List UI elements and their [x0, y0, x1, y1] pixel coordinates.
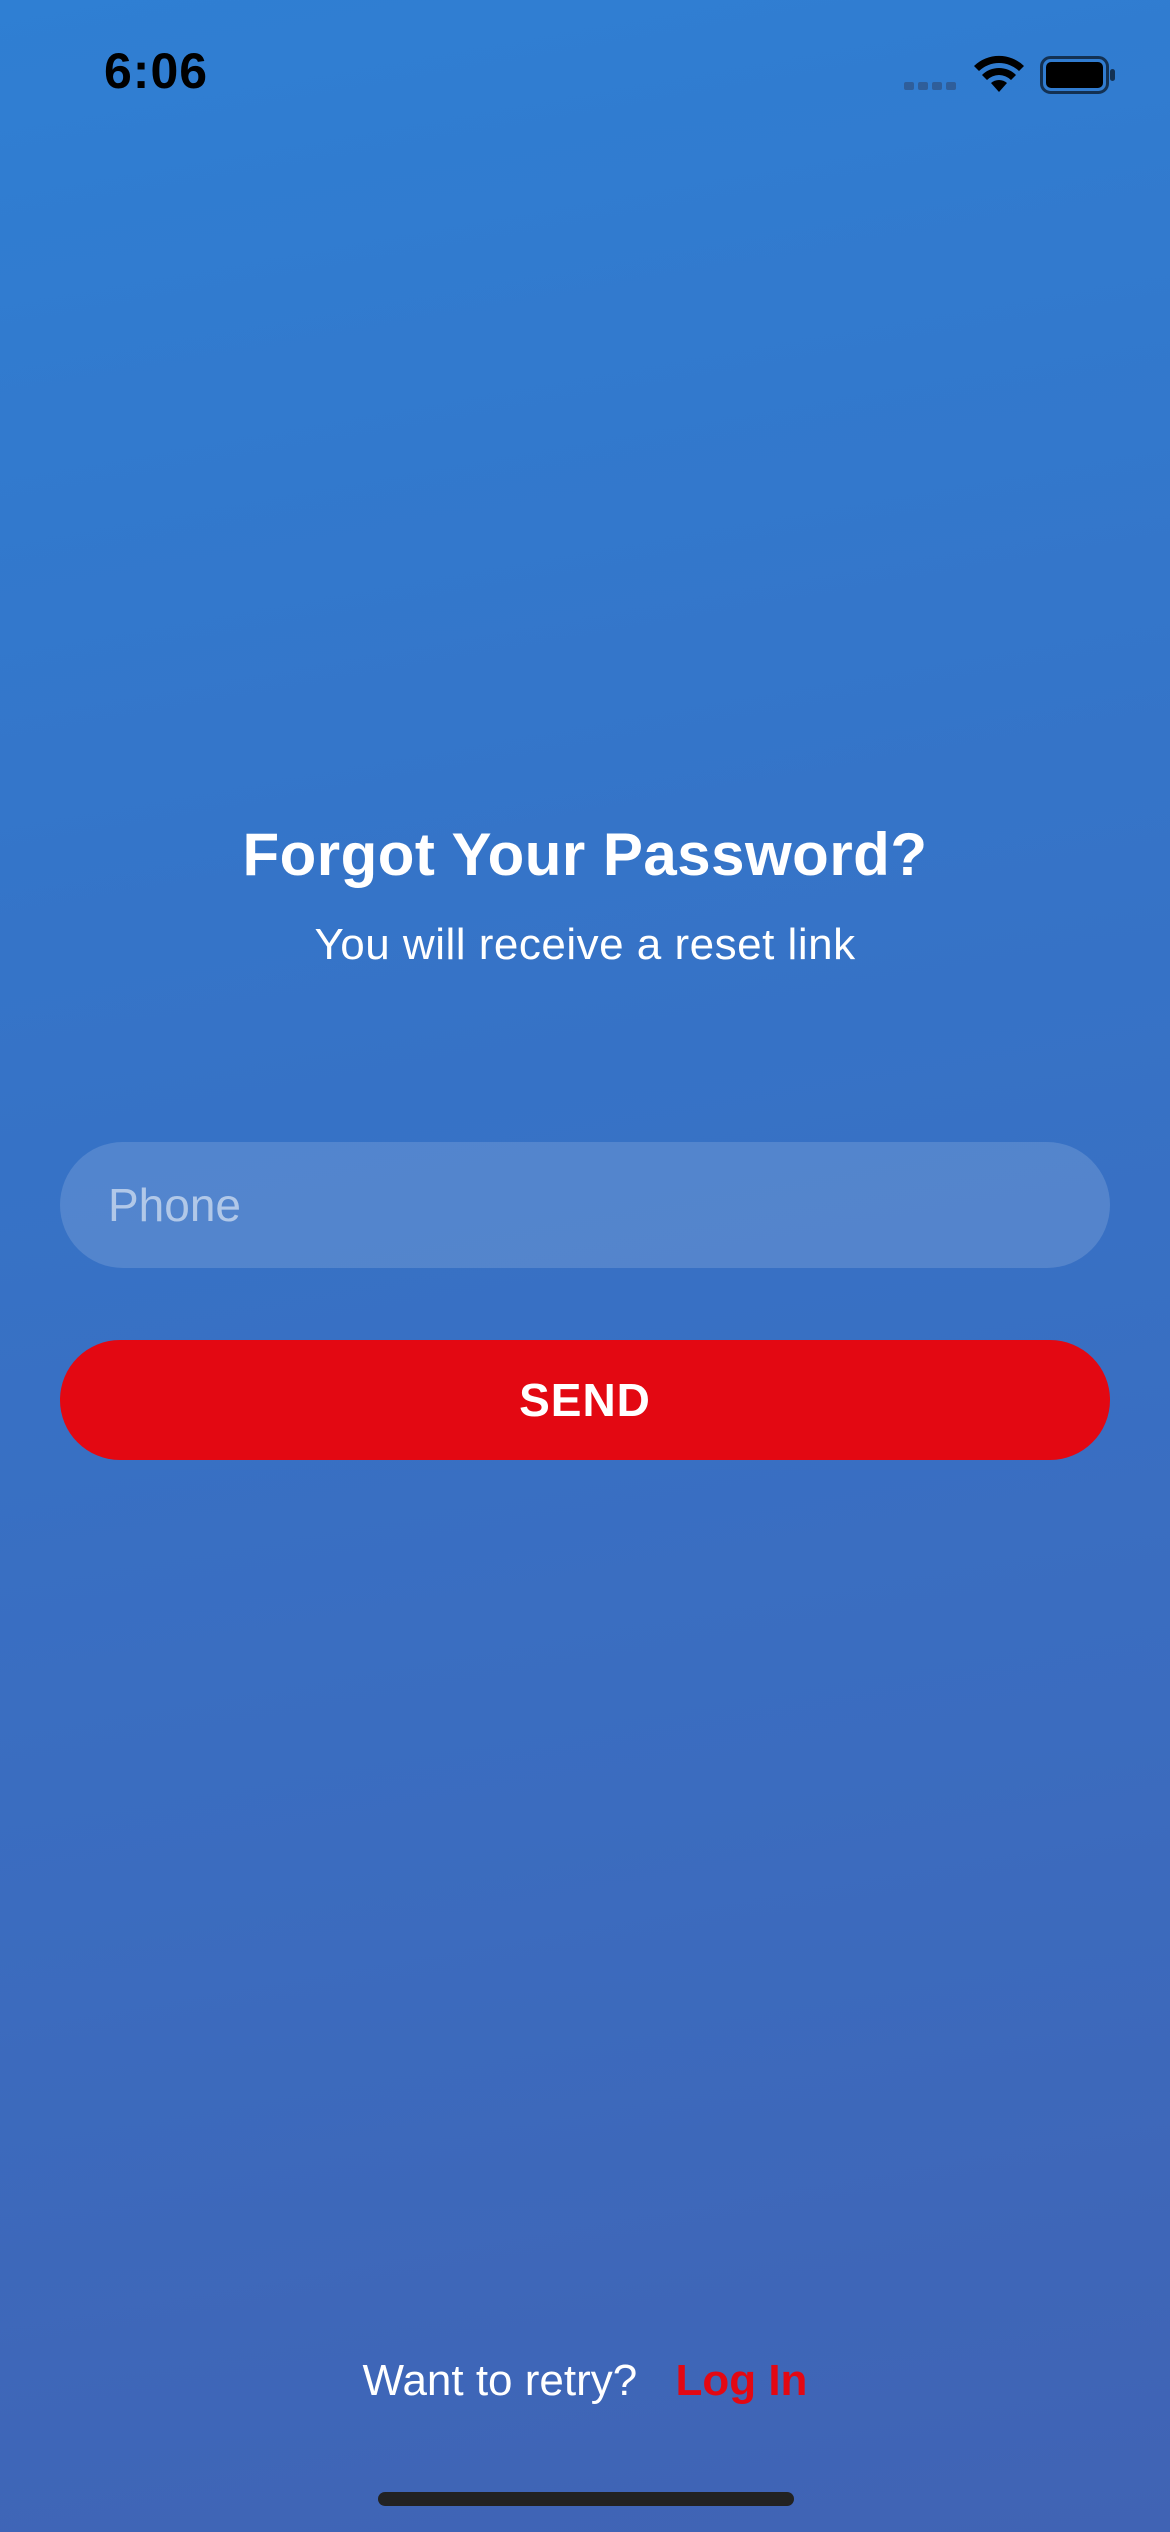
page-subtitle: You will receive a reset link: [314, 920, 856, 969]
battery-icon: [1040, 56, 1115, 94]
wifi-icon: [974, 55, 1024, 92]
page-title: Forgot Your Password?: [242, 821, 928, 888]
send-button[interactable]: SEND: [60, 1340, 1110, 1460]
footer: Want to retry? Log In: [0, 2356, 1170, 2406]
phone-input[interactable]: [60, 1142, 1110, 1268]
send-button-label: SEND: [519, 1374, 651, 1426]
login-link[interactable]: Log In: [675, 2356, 807, 2405]
status-bar: 6:06: [0, 0, 1170, 140]
forgot-password-screen: 6:06 Forgot Your Password? You will rece…: [0, 0, 1170, 2532]
status-time: 6:06: [104, 43, 209, 99]
retry-prompt: Want to retry?: [362, 2356, 638, 2405]
signal-icon: [904, 82, 956, 90]
home-indicator: [378, 2492, 794, 2506]
